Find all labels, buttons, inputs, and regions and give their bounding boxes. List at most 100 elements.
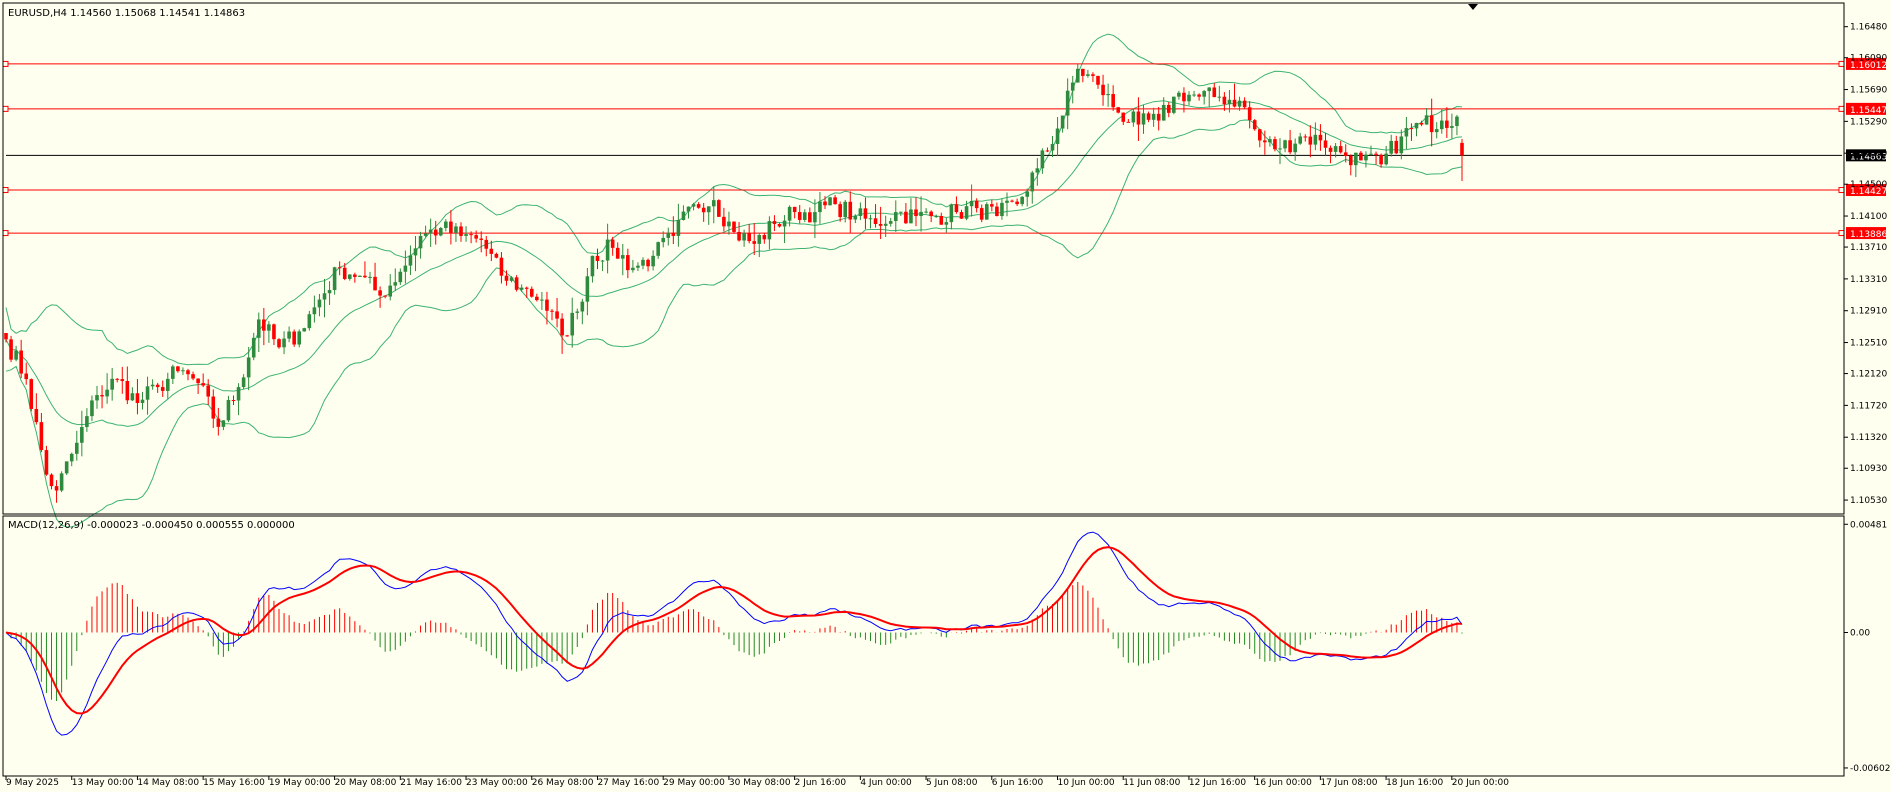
candle-body [939, 216, 944, 225]
candle-body [605, 239, 610, 261]
candle-body [479, 238, 484, 240]
macd-tick-label: 0.00481 [1850, 520, 1887, 530]
candle-body [661, 237, 666, 243]
candle-body [363, 275, 367, 278]
candle-body [474, 235, 478, 239]
candle-body [1323, 140, 1328, 148]
candle-body [1025, 191, 1030, 197]
price-tick-label: 1.12120 [1850, 370, 1887, 380]
candle-body [696, 204, 701, 208]
candle-body [575, 311, 580, 313]
candle-body [100, 395, 104, 397]
candle-body [540, 299, 544, 301]
candle-body [1187, 94, 1191, 102]
candle-body [186, 370, 190, 375]
candle-body [322, 293, 327, 300]
time-tick-label: 29 May 00:00 [663, 778, 725, 788]
time-tick-label: 27 May 16:00 [597, 778, 659, 788]
candle-body [1126, 121, 1131, 123]
candle-body [600, 260, 605, 262]
candle-body [904, 211, 908, 224]
candle-body [307, 314, 312, 329]
candle-body [1096, 75, 1100, 85]
candle-body [580, 301, 585, 312]
candle-body [1394, 140, 1399, 154]
candle-body [843, 201, 848, 217]
candle-body [626, 255, 630, 271]
candle-body [1333, 146, 1338, 152]
candle-body [418, 235, 423, 249]
candle-body [160, 387, 165, 391]
candle-body [651, 255, 655, 267]
candle-body [120, 379, 125, 382]
candle-body [1075, 68, 1080, 83]
candle-body [69, 453, 74, 462]
candle-body [1429, 115, 1434, 133]
candle-body [262, 319, 266, 331]
level-handle-icon [1838, 230, 1845, 237]
candle-body [29, 379, 34, 409]
candle-body [59, 473, 64, 491]
time-tick-label: 5 Jun 08:00 [926, 778, 978, 788]
candle-body [125, 381, 130, 401]
candle-body [358, 275, 362, 277]
candle-body [1141, 113, 1146, 125]
candle-body [757, 235, 762, 244]
macd-header: MACD(12,26,9) -0.000023 -0.000450 0.0005… [8, 520, 295, 531]
candle-body [676, 220, 681, 236]
time-tick-label: 12 Jun 16:00 [1189, 778, 1246, 788]
candle-body [231, 400, 236, 402]
candle-body [282, 338, 286, 348]
candle-body [191, 374, 195, 379]
candle-body [1318, 134, 1323, 141]
candle-body [1131, 111, 1136, 123]
candle-body [80, 427, 84, 443]
candle-body [64, 461, 69, 474]
candle-body [155, 384, 160, 388]
candle-body [171, 366, 175, 379]
candle-body [150, 384, 155, 387]
candle-body [1151, 113, 1156, 120]
candle-body [1065, 90, 1070, 116]
candle-body [267, 324, 271, 331]
macd-tick-label: -0.00602 [1850, 764, 1890, 774]
candle-body [717, 200, 721, 217]
time-tick-label: 30 May 08:00 [729, 778, 791, 788]
candle-body [797, 212, 802, 220]
price-tick-label: 1.11720 [1850, 401, 1887, 411]
time-tick-label: 14 May 08:00 [137, 778, 199, 788]
candle-body [944, 222, 949, 225]
candle-body [1010, 200, 1014, 202]
candle-body [1354, 152, 1358, 166]
candle-body [226, 400, 231, 421]
candle-body [1222, 96, 1227, 105]
candle-body [813, 212, 817, 223]
level-handle-icon [1838, 105, 1845, 112]
candle-body [1192, 94, 1196, 96]
candle-body [636, 265, 640, 268]
candle-body [509, 277, 514, 281]
candle-body [176, 366, 180, 372]
candle-body [292, 331, 296, 345]
candle-body [49, 474, 54, 487]
candle-body [767, 221, 772, 240]
time-tick-label: 17 Jun 08:00 [1320, 778, 1377, 788]
candle-body [1197, 94, 1201, 97]
candle-body [954, 204, 959, 213]
candle-body [39, 422, 44, 451]
candle-body [747, 232, 751, 242]
time-tick-label: 23 May 00:00 [466, 778, 528, 788]
candle-body [873, 218, 878, 224]
candle-body [1308, 136, 1313, 145]
candle-body [393, 282, 398, 286]
candle-body [110, 378, 114, 390]
candle-body [1207, 87, 1212, 92]
candle-body [1202, 91, 1206, 97]
candle-body [671, 232, 676, 236]
candle-body [14, 350, 18, 360]
candle-body [90, 400, 94, 417]
time-tick-label: 26 May 08:00 [532, 778, 594, 788]
candle-body [802, 212, 807, 220]
candle-body [924, 211, 928, 213]
chart-background [0, 0, 1891, 792]
